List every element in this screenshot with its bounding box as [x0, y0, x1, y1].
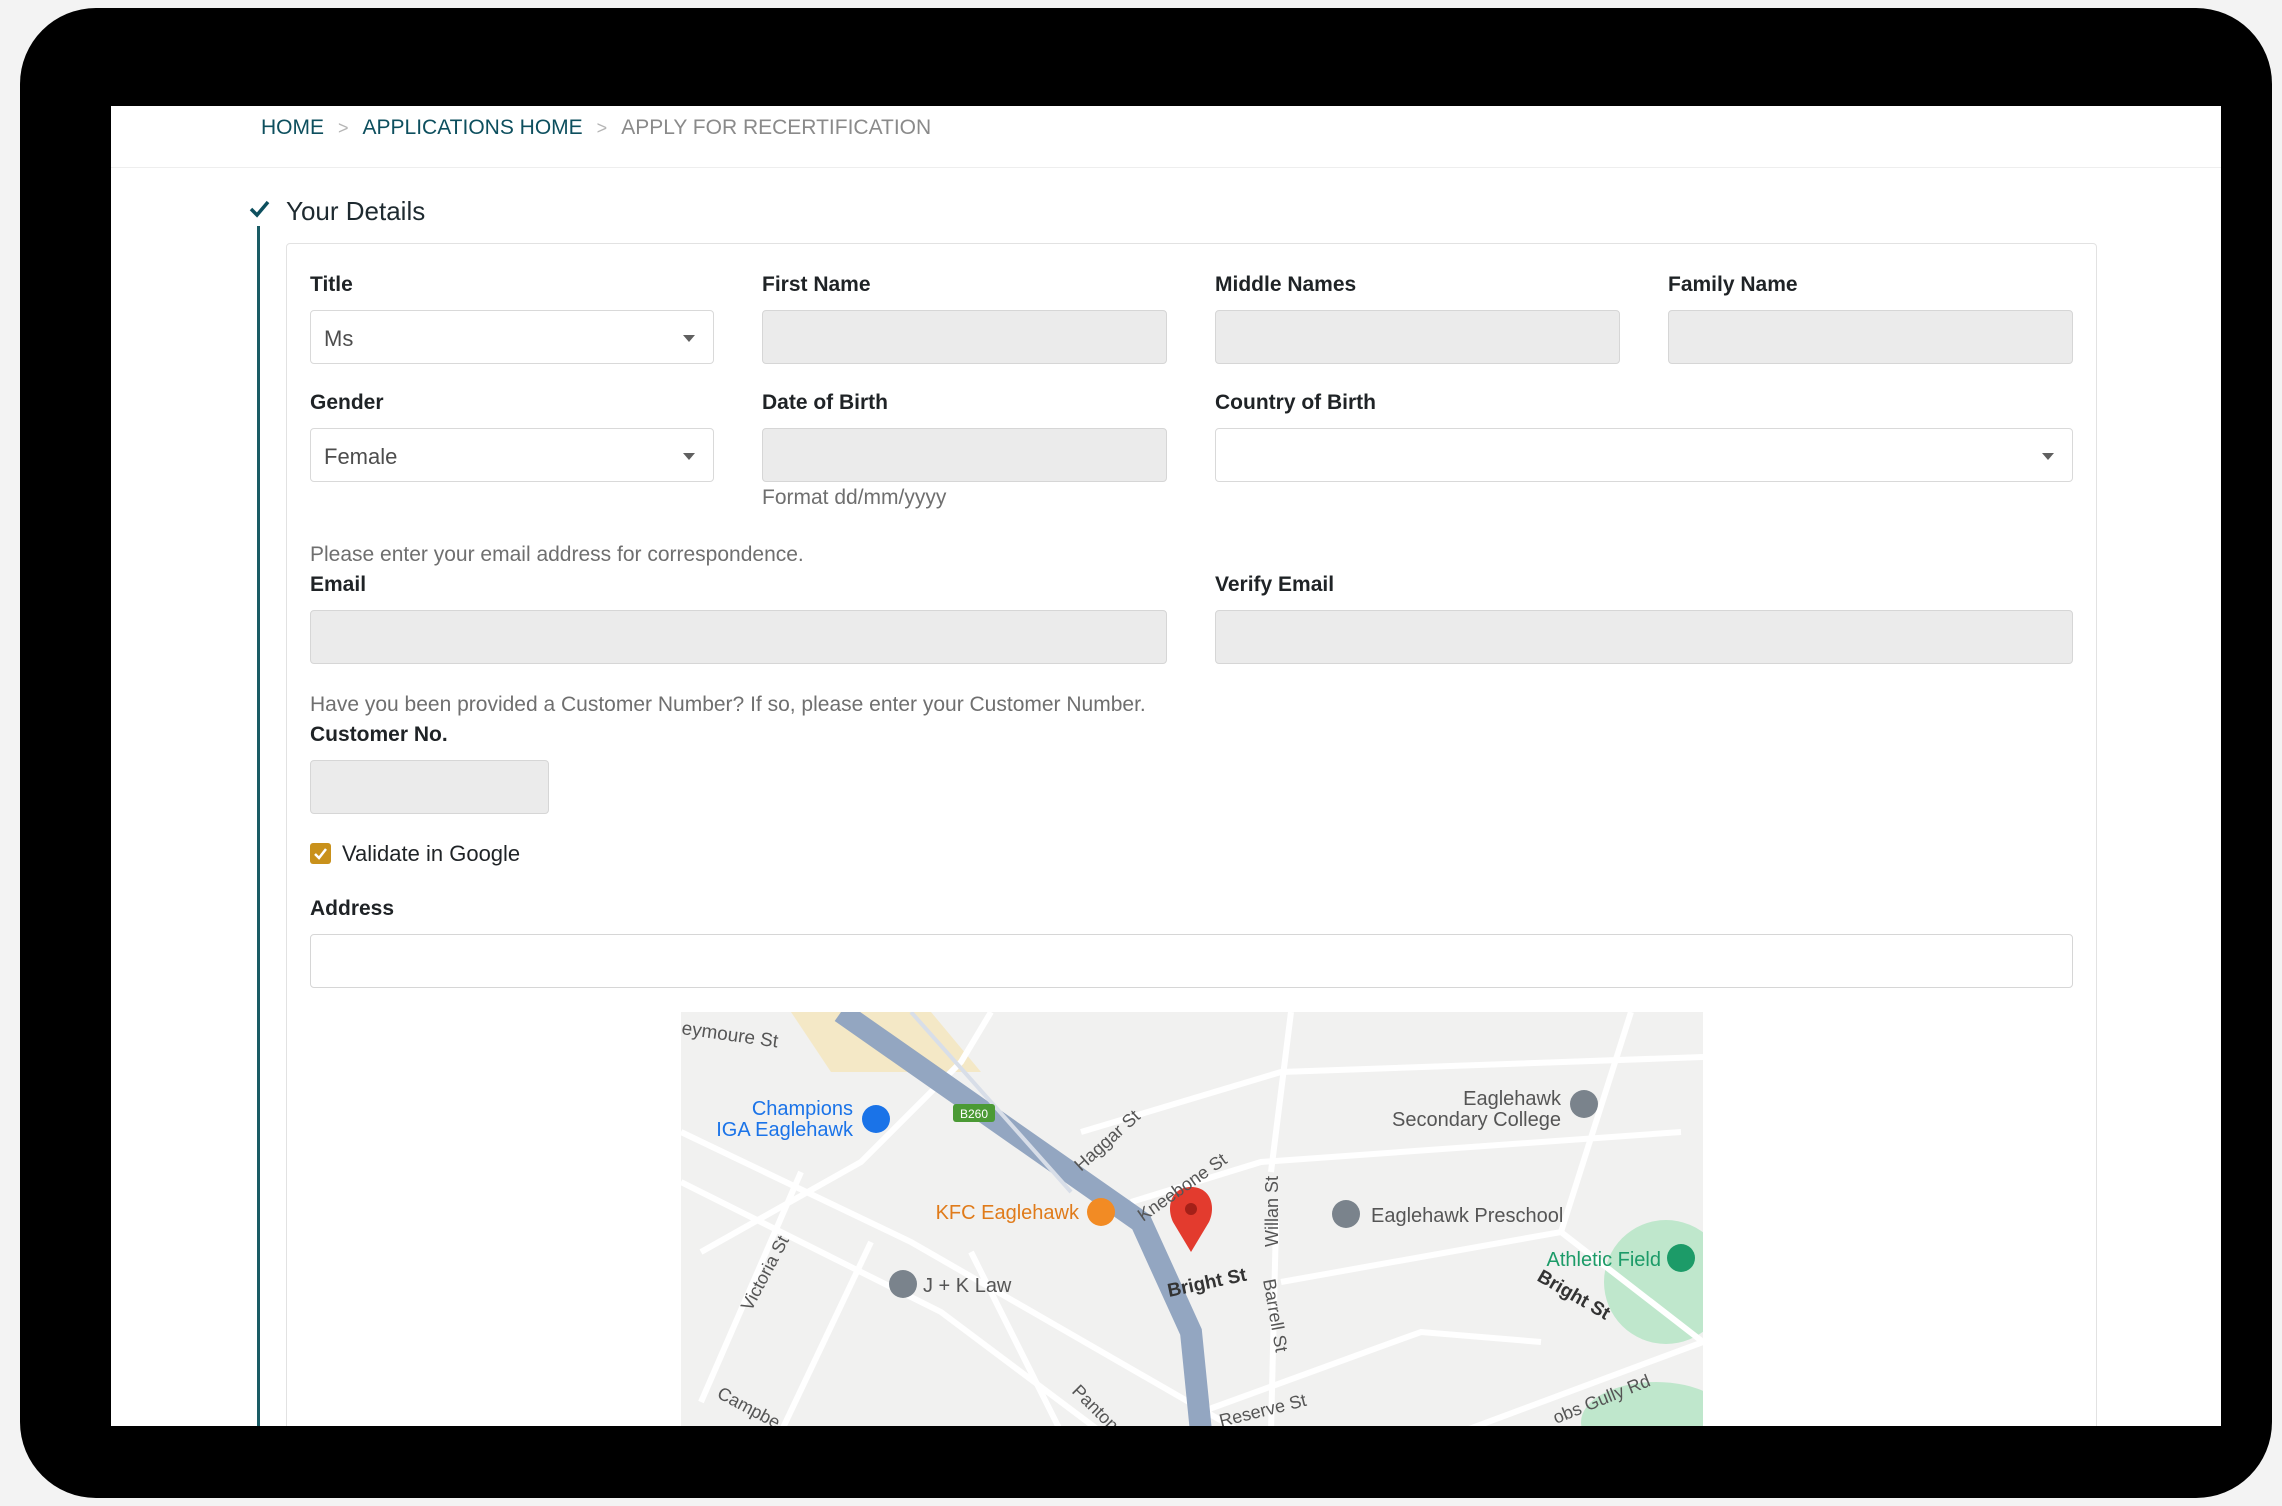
map-label-champions: Champions	[752, 1098, 853, 1120]
park-icon[interactable]	[1667, 1244, 1695, 1272]
middle-names-input[interactable]	[1215, 310, 1620, 364]
map-label-willan-st: Willan St	[1262, 1176, 1282, 1247]
breadcrumb-applications-home-link[interactable]: APPLICATIONS HOME	[363, 116, 583, 140]
route-b260-label: B260	[960, 1107, 988, 1121]
first-name-input[interactable]	[762, 310, 1167, 364]
title-label: Title	[310, 273, 353, 296]
validate-google-checkbox[interactable]	[310, 843, 331, 864]
browser-screen: HOME > APPLICATIONS HOME > APPLY FOR REC…	[111, 106, 2221, 1426]
chevron-down-icon	[683, 453, 695, 460]
breadcrumb: HOME > APPLICATIONS HOME > APPLY FOR REC…	[111, 106, 2221, 168]
family-name-input[interactable]	[1668, 310, 2073, 364]
customer-number-label: Customer No.	[310, 723, 448, 746]
place-icon[interactable]	[889, 1270, 917, 1298]
school-icon[interactable]	[1570, 1090, 1598, 1118]
device-frame: HOME > APPLICATIONS HOME > APPLY FOR REC…	[20, 8, 2272, 1498]
check-icon	[249, 200, 270, 218]
first-name-label: First Name	[762, 273, 871, 296]
email-label: Email	[310, 573, 367, 596]
dob-input[interactable]	[762, 428, 1167, 482]
map-label-athletic-field: Athletic Field	[1547, 1249, 1662, 1271]
chevron-down-icon	[683, 335, 695, 342]
email-input[interactable]	[310, 610, 1167, 664]
validate-google-label[interactable]: Validate in Google	[342, 841, 520, 867]
dob-format-hint: Format dd/mm/yyyy	[762, 486, 947, 509]
middle-names-label: Middle Names	[1215, 273, 1357, 296]
address-input[interactable]	[310, 934, 2073, 988]
map-label-preschool: Eaglehawk Preschool	[1371, 1205, 1563, 1227]
map-label-kfc: KFC Eaglehawk	[936, 1202, 1080, 1224]
customer-number-input[interactable]	[310, 760, 549, 814]
breadcrumb-trail: HOME > APPLICATIONS HOME > APPLY FOR REC…	[261, 116, 931, 140]
breadcrumb-home-link[interactable]: HOME	[261, 116, 324, 140]
gender-label: Gender	[310, 391, 384, 414]
gender-select-value: Female	[324, 444, 398, 469]
email-hint: Please enter your email address for corr…	[310, 543, 804, 566]
dob-label: Date of Birth	[762, 391, 888, 414]
breadcrumb-current: APPLY FOR RECERTIFICATION	[621, 116, 932, 139]
verify-email-label: Verify Email	[1215, 573, 1335, 596]
family-name-label: Family Name	[1668, 273, 1798, 296]
map-label-eaglehawk: Eaglehawk	[1463, 1088, 1562, 1110]
location-marker-dot	[1185, 1203, 1197, 1215]
restaurant-icon[interactable]	[1087, 1198, 1115, 1226]
country-of-birth-label: Country of Birth	[1215, 391, 1376, 414]
map-label-iga-eaglehawk: IGA Eaglehawk	[716, 1119, 854, 1141]
shopping-cart-icon[interactable]	[862, 1105, 890, 1133]
school-icon[interactable]	[1332, 1200, 1360, 1228]
title-select-value: Ms	[324, 326, 354, 351]
customer-number-hint: Have you been provided a Customer Number…	[310, 693, 1146, 716]
verify-email-input[interactable]	[1215, 610, 2073, 664]
map-label-jk-law: J + K Law	[923, 1275, 1012, 1297]
gender-select[interactable]: Female	[310, 428, 714, 482]
map-canvas[interactable]: B260 eymoure St Champions IGA Eaglehawk …	[681, 1012, 1703, 1426]
breadcrumb-separator: >	[338, 117, 349, 138]
map-label-secondary-college: Secondary College	[1392, 1109, 1561, 1131]
chevron-down-icon	[2042, 453, 2054, 460]
address-map[interactable]: B260 eymoure St Champions IGA Eaglehawk …	[681, 1012, 1703, 1426]
address-label: Address	[310, 897, 395, 920]
section-title[interactable]: Your Details	[286, 196, 425, 227]
title-select[interactable]: Ms	[310, 310, 714, 364]
country-of-birth-select[interactable]	[1215, 428, 2073, 482]
section-rail	[257, 226, 260, 1426]
checkmark-icon	[314, 848, 327, 860]
breadcrumb-separator: >	[596, 117, 608, 138]
